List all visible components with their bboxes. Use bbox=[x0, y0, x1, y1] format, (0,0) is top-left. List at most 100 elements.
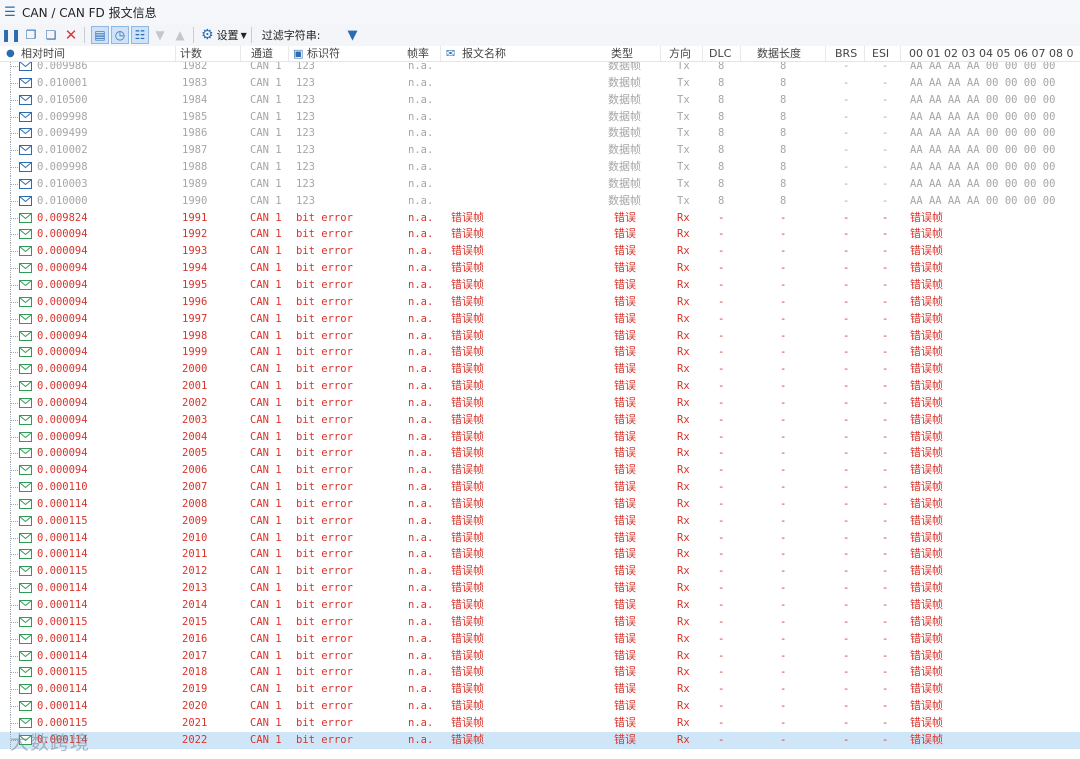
col-dir[interactable]: 方向 bbox=[669, 46, 691, 61]
table-row[interactable]: 0.000114 2011 CAN 1 bit error n.a. 错误帧 错误 Rx - - -… bbox=[0, 546, 1080, 564]
cell-esi: - bbox=[882, 700, 889, 713]
table-row[interactable]: 0.000094 1992 CAN 1 bit error n.a. 错误帧 错误 Rx - - -… bbox=[0, 226, 1080, 244]
table-row[interactable]: 0.000094 1996 CAN 1 bit error n.a. 错误帧 错误 Rx - - -… bbox=[0, 293, 1080, 311]
table-row[interactable]: 0.009998 1988 CAN 1 123 n.a. 数据帧 Tx 8 8 - - AA AA A… bbox=[0, 159, 1080, 177]
column-divider[interactable] bbox=[864, 46, 865, 61]
col-count[interactable]: 计数 bbox=[180, 46, 202, 61]
table-row[interactable]: 0.000115 2018 CAN 1 bit error n.a. 错误帧 错误 Rx - - -… bbox=[0, 664, 1080, 682]
table-row[interactable]: 0.000094 2003 CAN 1 bit error n.a. 错误帧 错误 Rx - - -… bbox=[0, 411, 1080, 429]
table-row[interactable]: 0.000110 2007 CAN 1 bit error n.a. 错误帧 错误 Rx - - -… bbox=[0, 479, 1080, 497]
col-channel[interactable]: 通道 bbox=[251, 46, 273, 61]
column-divider[interactable] bbox=[440, 46, 441, 61]
cell-rate: n.a. bbox=[408, 497, 434, 510]
table-row[interactable]: 0.009998 1985 CAN 1 123 n.a. 数据帧 Tx 8 8 - - AA AA A… bbox=[0, 108, 1080, 126]
column-divider[interactable] bbox=[900, 46, 901, 61]
column-divider[interactable] bbox=[660, 46, 661, 61]
sort-icon[interactable]: ☷ bbox=[131, 26, 149, 44]
clear-icon[interactable]: ✕ bbox=[62, 26, 80, 44]
cell-length: - bbox=[780, 262, 787, 275]
column-divider[interactable] bbox=[740, 46, 741, 61]
table-row[interactable]: 0.010003 1989 CAN 1 123 n.a. 数据帧 Tx 8 8 - - AA AA A… bbox=[0, 175, 1080, 193]
table-row[interactable]: 0.010500 1984 CAN 1 123 n.a. 数据帧 Tx 8 8 - - AA AA A… bbox=[0, 91, 1080, 109]
table-row[interactable]: 0.000114 2016 CAN 1 bit error n.a. 错误帧 错误 Rx - - -… bbox=[0, 630, 1080, 648]
scroll-up-icon[interactable]: ▲ bbox=[171, 26, 189, 44]
table-row[interactable]: 0.000114 2022 CAN 1 bit error n.a. 错误帧 错误 Rx - - -… bbox=[0, 731, 1080, 749]
table-row[interactable]: 0.000094 2004 CAN 1 bit error n.a. 错误帧 错误 Rx - - -… bbox=[0, 428, 1080, 446]
table-row[interactable]: 0.000115 2009 CAN 1 bit error n.a. 错误帧 错误 Rx - - -… bbox=[0, 512, 1080, 530]
cell-dlc: - bbox=[718, 278, 725, 291]
table-row[interactable]: 0.010001 1983 CAN 1 123 n.a. 数据帧 Tx 8 8 - - AA AA A… bbox=[0, 74, 1080, 92]
cell-id: bit error bbox=[296, 514, 353, 527]
table-row[interactable]: 0.000114 2019 CAN 1 bit error n.a. 错误帧 错误 Rx - - -… bbox=[0, 681, 1080, 699]
table-row[interactable]: 0.000094 2000 CAN 1 bit error n.a. 错误帧 错误 Rx - - -… bbox=[0, 361, 1080, 379]
col-data[interactable]: 00 01 02 03 04 05 06 07 08 0 bbox=[909, 46, 1073, 61]
cell-time: 0.000094 bbox=[37, 245, 88, 258]
cell-esi: - bbox=[882, 110, 889, 123]
copy-all-icon[interactable]: ❏ bbox=[42, 26, 60, 44]
filter-input[interactable] bbox=[325, 27, 346, 43]
cell-count: 2000 bbox=[182, 363, 208, 376]
table-row[interactable]: 0.000094 1994 CAN 1 bit error n.a. 错误帧 错误 Rx - - -… bbox=[0, 260, 1080, 278]
pause-icon[interactable]: ❚❚ bbox=[1, 26, 21, 44]
table-row[interactable]: 0.000114 2020 CAN 1 bit error n.a. 错误帧 错误 Rx - - -… bbox=[0, 698, 1080, 716]
cell-time: 0.000094 bbox=[37, 278, 88, 291]
col-dlc[interactable]: DLC bbox=[709, 46, 731, 61]
table-row[interactable]: 0.000094 2005 CAN 1 bit error n.a. 错误帧 错误 Rx - - -… bbox=[0, 445, 1080, 463]
table-row[interactable]: 0.010002 1987 CAN 1 123 n.a. 数据帧 Tx 8 8 - - AA AA A… bbox=[0, 142, 1080, 160]
clock-icon[interactable]: ◷ bbox=[111, 26, 129, 44]
col-esi[interactable]: ESI bbox=[872, 46, 889, 61]
cell-count: 1984 bbox=[182, 93, 208, 106]
table-row[interactable]: 0.010000 1990 CAN 1 123 n.a. 数据帧 Tx 8 8 - - AA AA A… bbox=[0, 192, 1080, 210]
table-row[interactable]: 0.000114 2008 CAN 1 bit error n.a. 错误帧 错误 Rx - - -… bbox=[0, 495, 1080, 513]
column-divider[interactable] bbox=[702, 46, 703, 61]
cell-rate: n.a. bbox=[408, 76, 434, 89]
toolbar-divider bbox=[84, 27, 85, 43]
table-row[interactable]: 0.009499 1986 CAN 1 123 n.a. 数据帧 Tx 8 8 - - AA AA A… bbox=[0, 125, 1080, 143]
cell-direction: Rx bbox=[677, 312, 690, 325]
table-row[interactable]: 0.000115 2012 CAN 1 bit error n.a. 错误帧 错误 Rx - - -… bbox=[0, 563, 1080, 581]
cell-esi: - bbox=[882, 93, 889, 106]
table-row[interactable]: 0.009824 1991 CAN 1 bit error n.a. 错误帧 错误 Rx - - -… bbox=[0, 209, 1080, 227]
cell-type: 错误 bbox=[614, 682, 636, 696]
col-name[interactable]: 报文名称 bbox=[462, 46, 506, 61]
table-row[interactable]: 0.000114 2010 CAN 1 bit error n.a. 错误帧 错误 Rx - - -… bbox=[0, 529, 1080, 547]
cell-length: - bbox=[780, 447, 787, 460]
col-time[interactable]: 相对时间 bbox=[21, 46, 65, 61]
column-divider[interactable] bbox=[240, 46, 241, 61]
menu-icon[interactable]: ☰ bbox=[0, 5, 20, 20]
cell-dlc: - bbox=[718, 380, 725, 393]
table-row[interactable]: 0.000115 2021 CAN 1 bit error n.a. 错误帧 错误 Rx - - -… bbox=[0, 714, 1080, 732]
filter-icon[interactable]: ▼ bbox=[347, 28, 357, 43]
table-row[interactable]: 0.000115 2015 CAN 1 bit error n.a. 错误帧 错误 Rx - - -… bbox=[0, 613, 1080, 631]
settings-button[interactable]: ⚙ 设置 ▼ bbox=[201, 27, 247, 43]
col-brs[interactable]: BRS bbox=[835, 46, 857, 61]
table-row[interactable]: 0.000094 1998 CAN 1 bit error n.a. 错误帧 错误 Rx - - -… bbox=[0, 327, 1080, 345]
column-divider[interactable] bbox=[288, 46, 289, 61]
col-type[interactable]: 类型 bbox=[611, 46, 633, 61]
cell-count: 1986 bbox=[182, 127, 208, 140]
cell-time: 0.000114 bbox=[37, 548, 88, 561]
table-row[interactable]: 0.000094 1997 CAN 1 bit error n.a. 错误帧 错误 Rx - - -… bbox=[0, 310, 1080, 328]
table-row[interactable]: 0.000094 1999 CAN 1 bit error n.a. 错误帧 错误 Rx - - -… bbox=[0, 344, 1080, 362]
column-divider[interactable] bbox=[175, 46, 176, 61]
table-row[interactable]: 0.000114 2013 CAN 1 bit error n.a. 错误帧 错误 Rx - - -… bbox=[0, 580, 1080, 598]
col-rate[interactable]: 帧率 bbox=[407, 46, 429, 61]
table-row[interactable]: 0.000114 2017 CAN 1 bit error n.a. 错误帧 错误 Rx - - -… bbox=[0, 647, 1080, 665]
collapse-icon[interactable]: ● bbox=[6, 46, 15, 61]
col-len[interactable]: 数据长度 bbox=[757, 46, 801, 61]
table-row[interactable]: 0.000094 1995 CAN 1 bit error n.a. 错误帧 错误 Rx - - -… bbox=[0, 276, 1080, 294]
table-row[interactable]: 0.000114 2014 CAN 1 bit error n.a. 错误帧 错误 Rx - - -… bbox=[0, 597, 1080, 614]
message-grid[interactable]: ● 相对时间 计数 通道 ▣ 标识符 帧率 ✉ 报文名称 类型 方向 DLC 数… bbox=[0, 46, 1080, 759]
copy-icon[interactable]: ❐ bbox=[22, 26, 40, 44]
table-row[interactable]: 0.000094 2001 CAN 1 bit error n.a. 错误帧 错误 Rx - - -… bbox=[0, 378, 1080, 396]
tree-line bbox=[10, 648, 18, 657]
table-row[interactable]: 0.000094 2002 CAN 1 bit error n.a. 错误帧 错误 Rx - - -… bbox=[0, 394, 1080, 412]
scroll-down-icon[interactable]: ▼ bbox=[151, 26, 169, 44]
table-row[interactable]: 0.000094 2006 CAN 1 bit error n.a. 错误帧 错误 Rx - - -… bbox=[0, 462, 1080, 480]
cell-type: 错误 bbox=[614, 648, 636, 662]
table-row[interactable]: 0.000094 1993 CAN 1 bit error n.a. 错误帧 错误 Rx - - -… bbox=[0, 243, 1080, 261]
cell-channel: CAN 1 bbox=[250, 700, 282, 713]
window-icon[interactable]: ▤ bbox=[91, 26, 109, 44]
column-divider[interactable] bbox=[825, 46, 826, 61]
col-id[interactable]: 标识符 bbox=[307, 46, 340, 61]
